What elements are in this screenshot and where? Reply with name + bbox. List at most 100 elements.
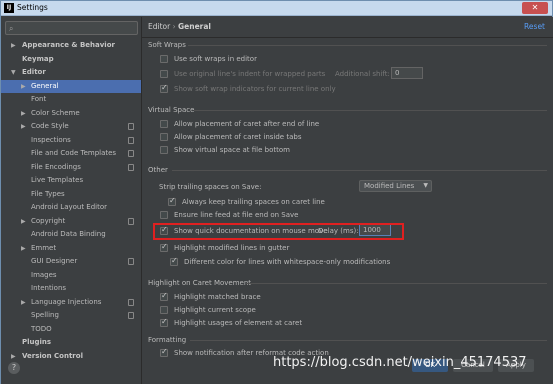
additional-shift-field[interactable]: 0 [391, 67, 423, 79]
checkbox[interactable] [160, 317, 168, 327]
sidebar-item-file-and-code-templates[interactable]: File and Code Templates [1, 147, 141, 160]
option-label: Allow placement of caret inside tabs [174, 133, 302, 141]
sidebar-item-todo[interactable]: TODO [1, 323, 141, 336]
section-formatting-title: Formatting [148, 336, 187, 344]
sidebar-item-label: Plugins [22, 338, 52, 346]
project-scope-icon [128, 258, 134, 265]
option-label: Show virtual space at file bottom [174, 146, 290, 154]
checkbox[interactable] [160, 347, 168, 357]
sidebar-item-language-injections[interactable]: ▶ Language Injections [1, 296, 141, 309]
section-caret-movement-title: Highlight on Caret Movement [148, 279, 252, 287]
sidebar-item-file-types[interactable]: File Types [1, 188, 141, 201]
checkbox[interactable] [160, 306, 168, 314]
sidebar-item-gui-designer[interactable]: GUI Designer [1, 255, 141, 268]
help-button[interactable]: ? [8, 362, 20, 374]
option-label: Use original line's indent for wrapped p… [174, 70, 326, 78]
checkbox[interactable] [160, 211, 168, 219]
checkbox[interactable] [160, 55, 168, 63]
close-button[interactable]: ✕ [522, 2, 548, 14]
checkbox[interactable] [160, 133, 168, 141]
select-value: Modified Lines [364, 182, 415, 190]
project-scope-icon [128, 312, 134, 319]
settings-search-input[interactable]: ⌕ [5, 21, 138, 35]
chevron-right-icon[interactable]: ▶ [21, 107, 26, 120]
sidebar-item-label: File Types [31, 189, 65, 198]
project-scope-icon [128, 136, 134, 144]
sidebar-item-emmet[interactable]: ▶ Emmet [1, 242, 141, 255]
chevron-right-icon[interactable]: ▶ [21, 296, 26, 309]
breadcrumb: Editor › General [148, 22, 211, 31]
window-title: Settings [17, 3, 48, 12]
section-divider [246, 283, 547, 284]
sidebar-item-file-encodings[interactable]: File Encodings [1, 161, 141, 174]
header-divider [142, 37, 553, 38]
sidebar-item-copyright[interactable]: ▶ Copyright [1, 215, 141, 228]
section-virtual-space-title: Virtual Space [148, 106, 195, 114]
sidebar-item-code-style[interactable]: ▶ Code Style [1, 120, 141, 133]
reset-link[interactable]: Reset [524, 22, 545, 31]
sidebar-item-android-data-binding[interactable]: Android Data Binding [1, 228, 141, 241]
section-divider [188, 45, 547, 46]
chevron-right-icon[interactable]: ▶ [21, 80, 26, 93]
checkbox[interactable] [170, 256, 178, 266]
sidebar-item-live-templates[interactable]: Live Templates [1, 174, 141, 187]
checkbox[interactable] [168, 196, 176, 206]
option-label: Different color for lines with whitespac… [184, 258, 391, 266]
breadcrumb-current: General [177, 22, 211, 31]
sidebar-item-label: General [31, 81, 59, 90]
sidebar-item-keymap[interactable]: Keymap [1, 53, 141, 66]
sidebar-item-label: Images [31, 270, 57, 279]
intellij-icon: IJ [4, 3, 14, 13]
sidebar-item-label: TODO [31, 324, 52, 333]
chevron-right-icon[interactable]: ▶ [11, 39, 16, 52]
sidebar-item-label: Spelling [31, 311, 59, 319]
project-scope-icon [128, 298, 134, 306]
option-label: Ensure line feed at file end on Save [174, 211, 299, 219]
project-scope-icon [128, 150, 134, 157]
sidebar-item-version-control[interactable]: ▶ Version Control [1, 350, 141, 363]
section-soft-wraps-title: Soft Wraps [148, 41, 186, 49]
additional-shift-label: Additional shift: [335, 70, 390, 78]
checkbox[interactable] [160, 83, 168, 93]
settings-window: IJ Settings ✕ ⌕ ▶ Appearance & Behavior Ke… [0, 0, 553, 384]
chevron-right-icon[interactable]: ▶ [21, 215, 26, 228]
sidebar-item-plugins[interactable]: Plugins [1, 336, 141, 349]
chevron-right-icon[interactable]: ▶ [21, 242, 26, 255]
sidebar-item-label: Copyright [31, 216, 66, 225]
sidebar-item-color-scheme[interactable]: ▶ Color Scheme [1, 107, 141, 120]
sidebar-item-intentions[interactable]: Intentions [1, 282, 141, 295]
sidebar-item-label: Appearance & Behavior [22, 41, 115, 49]
sidebar-item-general[interactable]: ▶ General [1, 79, 141, 93]
sidebar-item-label: Android Layout Editor [31, 203, 108, 211]
sidebar-item-spelling[interactable]: Spelling [1, 309, 141, 322]
sidebar-item-label: File and Code Templates [31, 149, 117, 157]
sidebar-item-label: Android Data Binding [31, 230, 106, 238]
sidebar-item-android-layout-editor[interactable]: Android Layout Editor [1, 201, 141, 214]
sidebar-item-inspections[interactable]: Inspections [1, 134, 141, 147]
strip-trailing-label: Strip trailing spaces on Save: [159, 183, 262, 191]
chevron-right-icon[interactable]: ▶ [21, 120, 26, 133]
sidebar-item-images[interactable]: Images [1, 269, 141, 282]
checkbox[interactable] [160, 291, 168, 301]
checkbox[interactable] [160, 146, 168, 154]
section-divider [190, 340, 547, 341]
watermark-text: https://blog.csdn.net/weixin_45174537 [273, 355, 527, 370]
section-other-title: Other [148, 166, 168, 174]
sidebar-item-editor[interactable]: ▼ Editor [1, 66, 141, 79]
sidebar-item-font[interactable]: Font [1, 93, 141, 106]
option-label: Always keep trailing spaces on caret lin… [182, 198, 325, 206]
breadcrumb-parent[interactable]: Editor [148, 22, 170, 31]
sidebar-item-label: Live Templates [31, 176, 84, 184]
checkbox[interactable] [160, 120, 168, 128]
option-label: Highlight matched brace [174, 293, 261, 301]
chevron-down-icon[interactable]: ▼ [11, 66, 16, 79]
checkbox[interactable] [160, 70, 168, 78]
chevron-right-icon[interactable]: ▶ [11, 350, 16, 363]
sidebar-item-label: Intentions [31, 284, 67, 292]
sidebar-item-appearance-behavior[interactable]: ▶ Appearance & Behavior [1, 39, 141, 52]
sidebar-item-label: File Encodings [31, 162, 81, 171]
strip-trailing-select[interactable]: Modified Lines ▼ [359, 180, 432, 192]
sidebar-item-label: GUI Designer [31, 257, 78, 265]
checkbox[interactable] [160, 242, 168, 252]
option-label: Allow placement of caret after end of li… [174, 120, 320, 128]
